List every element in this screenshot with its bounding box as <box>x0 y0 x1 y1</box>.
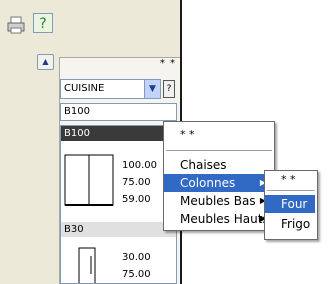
menu-item-meubles-hauts[interactable]: Meubles Hauts ▶ <box>164 210 272 228</box>
menu-item-label: Meubles Hauts <box>180 212 269 226</box>
submenu-header: * * <box>281 173 296 186</box>
chevron-down-icon[interactable]: ▼ <box>144 80 160 98</box>
menu-separator <box>166 150 272 151</box>
menu-item-label: Meubles Bas <box>180 194 256 208</box>
cabinet-thumbnail[interactable] <box>75 244 101 284</box>
dim-depth: 59.00 <box>122 194 151 205</box>
menu-item-frigo[interactable]: Frigo <box>265 215 315 233</box>
menu-item-chaises[interactable]: Chaises <box>164 156 272 174</box>
dim-width: 100.00 <box>122 160 157 171</box>
item-list[interactable]: B100 100.00 75.00 59.00 B30 30.00 75.00 <box>60 125 177 284</box>
help-icon[interactable]: ? <box>33 13 53 33</box>
cabinet-thumbnail[interactable] <box>63 151 117 209</box>
menu-item-meubles-bas[interactable]: Meubles Bas ▶ <box>164 192 272 210</box>
svg-text:?: ? <box>39 16 46 32</box>
menu-header: * * <box>180 128 195 141</box>
context-menu: * * Chaises Colonnes ▶ Meubles Bas ▶ Meu… <box>163 121 275 231</box>
menu-item-colonnes[interactable]: Colonnes ▶ <box>164 174 272 192</box>
submenu: * * Four Frigo <box>264 170 318 240</box>
list-item-header[interactable]: B30 <box>61 222 176 237</box>
dim-height: 75.00 <box>122 269 151 280</box>
menu-separator <box>267 190 315 191</box>
printer-icon[interactable] <box>6 15 26 35</box>
menu-item-label: Colonnes <box>180 176 236 190</box>
dim-width: 30.00 <box>122 252 151 263</box>
dim-height: 75.00 <box>122 177 151 188</box>
help-button[interactable]: ? <box>163 80 175 98</box>
list-item-header[interactable]: B100 <box>61 126 176 141</box>
menu-item-four[interactable]: Four <box>265 195 315 213</box>
code-input[interactable]: B100 <box>60 103 177 121</box>
panel-header: * * <box>159 58 176 69</box>
scroll-up-button[interactable]: ▲ <box>37 54 54 70</box>
